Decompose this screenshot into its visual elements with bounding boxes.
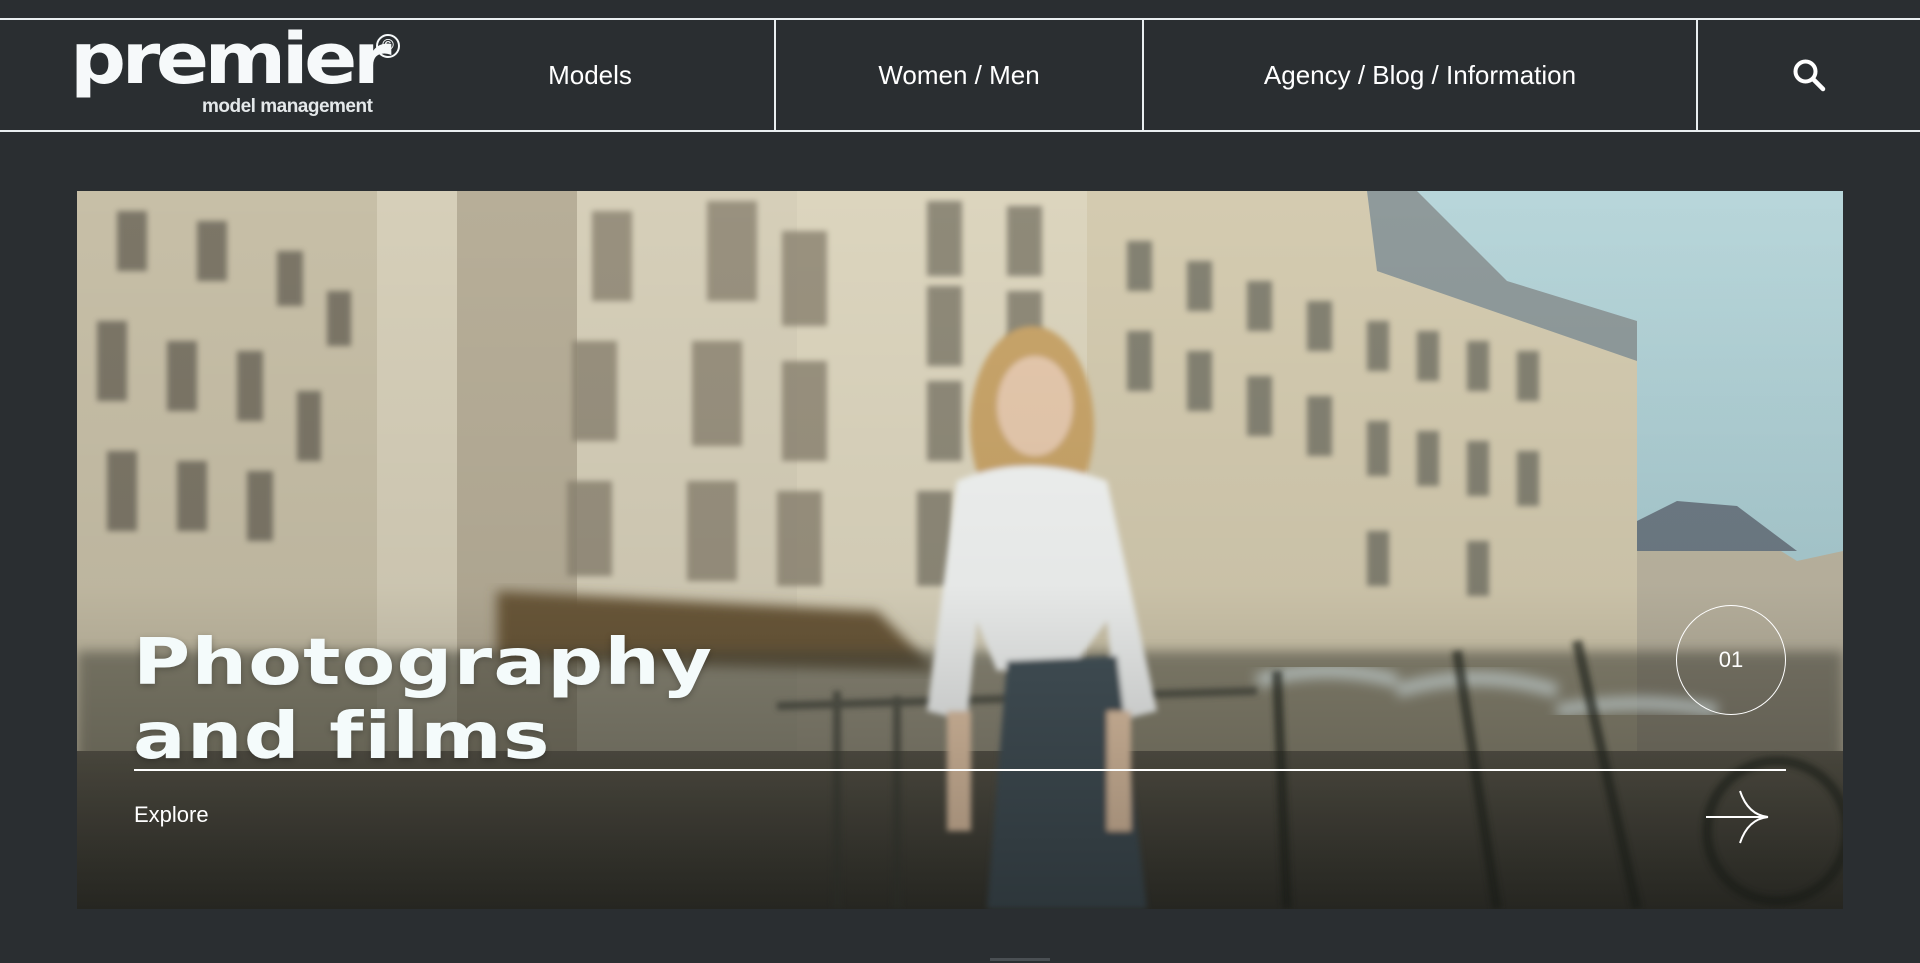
- hero-divider: [134, 769, 1786, 771]
- logo[interactable]: premier © model management: [70, 18, 410, 126]
- logo-tagline: model management: [202, 96, 373, 117]
- logo-wordmark: premier: [70, 18, 391, 100]
- slide-counter: 01: [1676, 605, 1786, 715]
- hero-image: [77, 191, 1843, 909]
- copyright-mark-icon: ©: [376, 34, 400, 58]
- explore-link[interactable]: Explore: [134, 802, 209, 828]
- hero-title-line-2: and films: [133, 699, 551, 774]
- nav-item-agency-blog-information[interactable]: Agency / Blog / Information: [1144, 20, 1696, 130]
- arrow-right-icon: [1706, 790, 1769, 844]
- nav-item-models[interactable]: Models: [440, 20, 740, 130]
- site-header: premier © model management Models Women …: [0, 18, 1920, 132]
- scroll-indicator: [990, 958, 1050, 961]
- search-button[interactable]: [1698, 20, 1920, 130]
- hero-banner[interactable]: Photography and films 01 Explore: [77, 191, 1843, 909]
- hero-title: Photography and films: [133, 626, 713, 774]
- hero-title-line-1: Photography: [133, 625, 714, 700]
- explore-arrow-button[interactable]: [1702, 787, 1774, 847]
- nav-item-women-men[interactable]: Women / Men: [776, 20, 1142, 130]
- search-icon: [1793, 59, 1826, 92]
- slide-number: 01: [1718, 647, 1744, 672]
- top-strip: [0, 0, 1920, 18]
